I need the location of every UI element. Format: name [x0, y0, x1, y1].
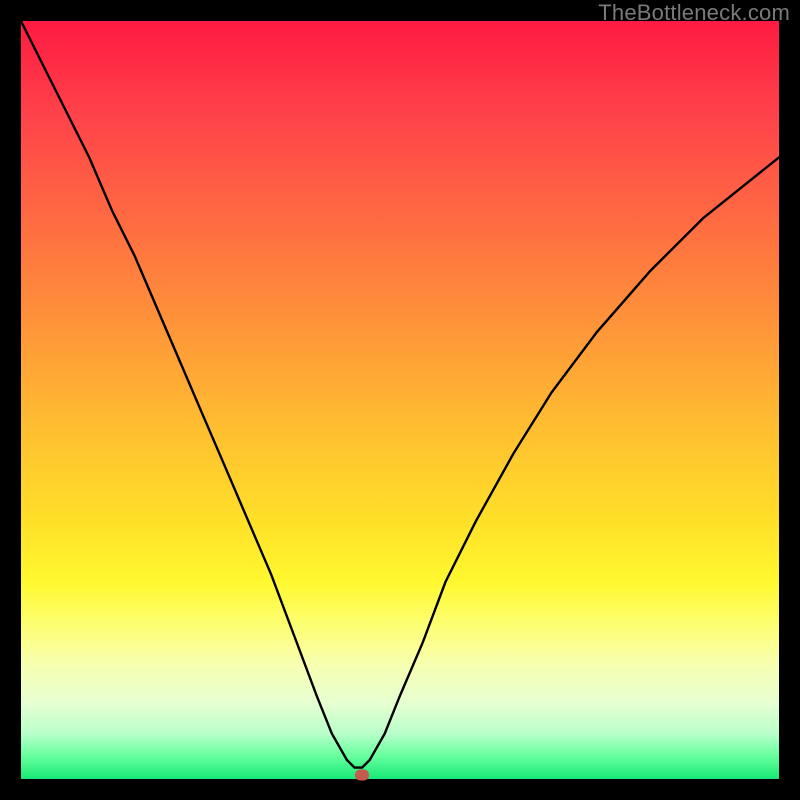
curve-path — [21, 21, 779, 768]
watermark-text: TheBottleneck.com — [598, 0, 790, 26]
optimum-marker — [355, 770, 369, 781]
bottleneck-curve — [21, 21, 779, 779]
plot-area — [21, 21, 779, 779]
chart-frame: TheBottleneck.com — [0, 0, 800, 800]
